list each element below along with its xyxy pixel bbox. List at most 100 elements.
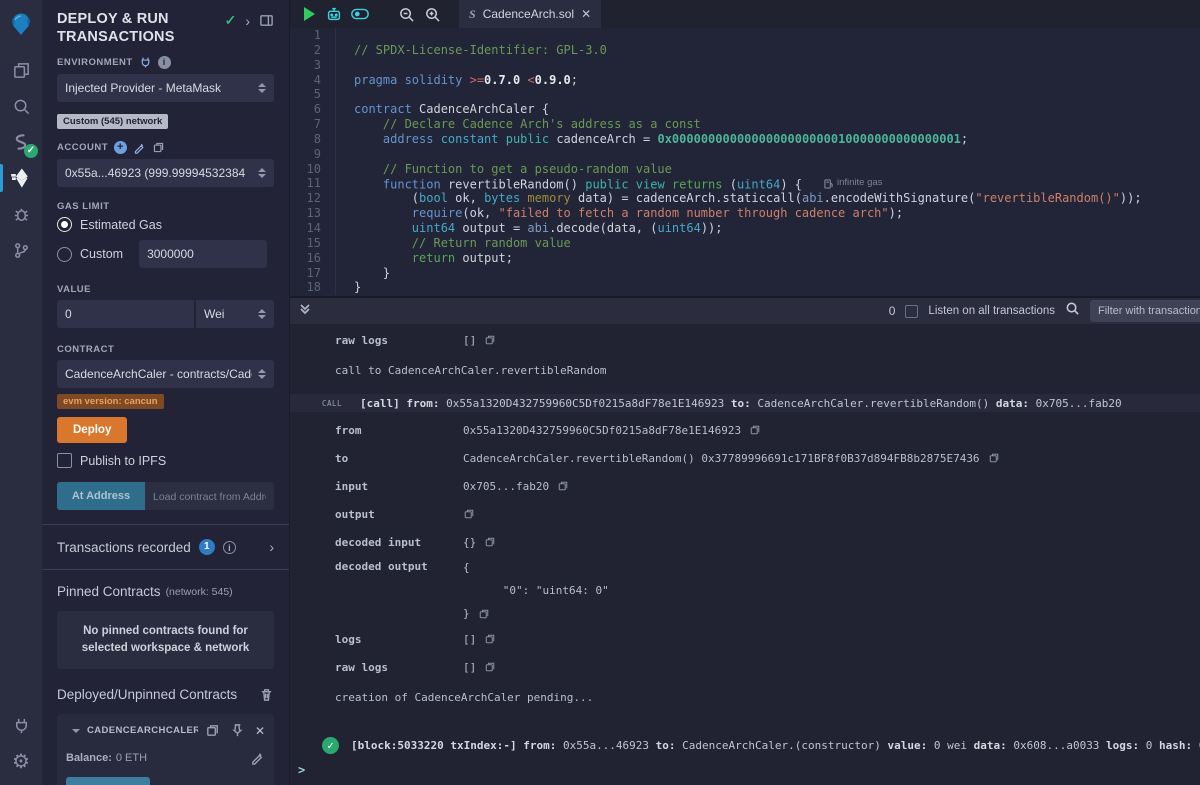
line-number: 14 [290, 221, 336, 236]
transactions-expand-icon[interactable]: › [269, 539, 274, 555]
copy-icon[interactable] [484, 633, 496, 645]
code-line: 1 [290, 28, 1200, 43]
code-line: 2// SPDX-License-Identifier: GPL-3.0 [290, 43, 1200, 58]
zoom-in-icon[interactable] [419, 1, 445, 27]
collapse-icon[interactable] [72, 729, 80, 733]
balance-value: 0 ETH [116, 752, 147, 764]
code-lines: 12// SPDX-License-Identifier: GPL-3.034p… [290, 28, 1200, 295]
value-input[interactable]: 0 [57, 300, 194, 328]
gas-limit-label: GAS LIMIT [57, 201, 274, 212]
value-unit-select[interactable]: Wei [196, 300, 274, 328]
copy-icon[interactable] [463, 508, 475, 520]
terminal-rows: raw logs[]call to CadenceArchCaler.rever… [290, 326, 1200, 759]
terminal-prompt[interactable]: > [290, 763, 1200, 785]
edit-account-icon[interactable] [133, 141, 146, 154]
transactions-recorded[interactable]: Transactions recorded 1 i › [57, 525, 274, 569]
plugin-manager-icon[interactable] [0, 707, 42, 743]
terminal-filter-input[interactable] [1090, 300, 1200, 322]
custom-gas-input[interactable]: 3000000 [139, 240, 267, 268]
balance-label: Balance: [66, 752, 112, 764]
copy-icon[interactable] [749, 424, 761, 436]
line-number: 13 [290, 206, 336, 221]
network-badge: Custom (545) network [57, 114, 168, 129]
account-select[interactable]: 0x55a...46923 (999.99994532384 [57, 159, 274, 187]
copy-icon[interactable] [988, 452, 1000, 464]
remix-logo-icon[interactable] [0, 6, 42, 42]
terminal-kv-row: from0x55a1320D432759960C5Df0215a8dF78e1E… [290, 416, 1200, 444]
contract-select[interactable]: CadenceArchCaler - contracts/CadenceArch… [57, 360, 274, 388]
file-explorer-icon[interactable] [0, 52, 42, 88]
at-address-input[interactable] [145, 482, 274, 510]
terminal-kv-row: output [290, 500, 1200, 528]
at-address-button[interactable]: At Address [57, 482, 145, 510]
add-account-icon[interactable]: + [114, 141, 127, 154]
tab-cadencearch[interactable]: S CadenceArch.sol ✕ [459, 0, 601, 28]
solidity-compiler-icon[interactable]: ✓ [0, 124, 42, 160]
copy-icon[interactable] [557, 480, 569, 492]
checkbox-icon[interactable] [57, 453, 72, 468]
close-contract-icon[interactable]: ✕ [255, 724, 265, 738]
panel-forward-icon[interactable]: › [245, 13, 250, 29]
search-icon[interactable] [0, 88, 42, 124]
debugger-icon[interactable] [0, 196, 42, 232]
terminal-kv-row: toCadenceArchCaler.revertibleRandom() 0x… [290, 444, 1200, 472]
copy-icon[interactable] [484, 661, 496, 673]
ai-assistant-icon[interactable] [321, 1, 347, 27]
function-button-cadencearch[interactable]: cadenceArch [66, 777, 150, 785]
transactions-info-icon[interactable]: i [223, 541, 236, 554]
icon-rail: ✓ ⚙ [0, 0, 42, 785]
deployed-contracts-title: Deployed/Unpinned Contracts [57, 687, 274, 702]
listen-label: Listen on all transactions [928, 305, 1055, 317]
code-editor[interactable]: 12// SPDX-License-Identifier: GPL-3.034p… [290, 28, 1200, 296]
env-info-icon[interactable]: i [158, 56, 171, 69]
terminal-text-row: creation of CadenceArchCaler pending... [290, 685, 1200, 709]
listen-count: 0 [889, 304, 896, 318]
terminal-kv-row: logs[] [290, 625, 1200, 653]
tab-close-icon[interactable]: ✕ [581, 7, 591, 21]
code-line: 18} [290, 280, 1200, 295]
radio-unselected-icon[interactable] [57, 247, 72, 262]
run-script-icon[interactable] [304, 7, 315, 21]
trash-icon[interactable] [259, 687, 274, 702]
editor-tabbar: S CadenceArch.sol ✕ [290, 0, 1200, 28]
code-line: 13 require(ok, "failed to fetch a random… [290, 206, 1200, 221]
estimated-gas-option[interactable]: Estimated Gas [57, 217, 274, 232]
listen-checkbox[interactable] [905, 305, 918, 318]
env-plug-icon[interactable] [139, 56, 152, 69]
radio-selected-icon[interactable] [57, 217, 72, 232]
line-number: 3 [290, 58, 336, 73]
edit-balance-icon[interactable] [250, 750, 265, 765]
custom-gas-option[interactable]: Custom 3000000 [57, 240, 274, 268]
terminal-bar: 0 Listen on all transactions [290, 298, 1200, 324]
code-line: 12 (bool ok, bytes memory data) = cadenc… [290, 191, 1200, 206]
compile-success-badge: ✓ [24, 144, 38, 158]
git-icon[interactable] [0, 232, 42, 268]
terminal-search-icon[interactable] [1065, 301, 1080, 321]
copy-icon[interactable] [484, 536, 496, 548]
terminal-kv-row: input0x705...fab20 [290, 472, 1200, 500]
environment-select[interactable]: Injected Provider - MetaMask [57, 74, 274, 102]
collapse-terminal-icon[interactable] [298, 302, 312, 321]
copy-account-icon[interactable] [152, 141, 165, 154]
publish-ipfs-option[interactable]: Publish to IPFS [57, 453, 274, 468]
copy-icon[interactable] [484, 334, 496, 346]
pin-panel-icon[interactable] [259, 13, 274, 28]
toggle-icon[interactable] [347, 1, 373, 27]
settings-icon[interactable]: ⚙ [0, 743, 42, 779]
deploy-button[interactable]: Deploy [57, 417, 127, 443]
code-line: 4pragma solidity >=0.7.0 <0.9.0; [290, 73, 1200, 88]
line-number: 4 [290, 73, 336, 88]
copy-icon[interactable] [478, 608, 490, 620]
zoom-out-icon[interactable] [393, 1, 419, 27]
line-number: 10 [290, 162, 336, 177]
pin-contract-icon[interactable] [230, 723, 245, 738]
deployed-contract-card: CADENCEARCHCALER AT 0X ✕ Balance: 0 ETH [57, 714, 274, 785]
line-number: 18 [290, 280, 336, 295]
line-number: 7 [290, 117, 336, 132]
line-number: 16 [290, 251, 336, 266]
copy-address-icon[interactable] [205, 723, 220, 738]
terminal-body[interactable]: raw logs[]call to CadenceArchCaler.rever… [290, 324, 1200, 785]
deploy-run-icon[interactable] [0, 160, 42, 196]
line-number: 6 [290, 102, 336, 117]
chevron-updown-icon [258, 309, 266, 319]
